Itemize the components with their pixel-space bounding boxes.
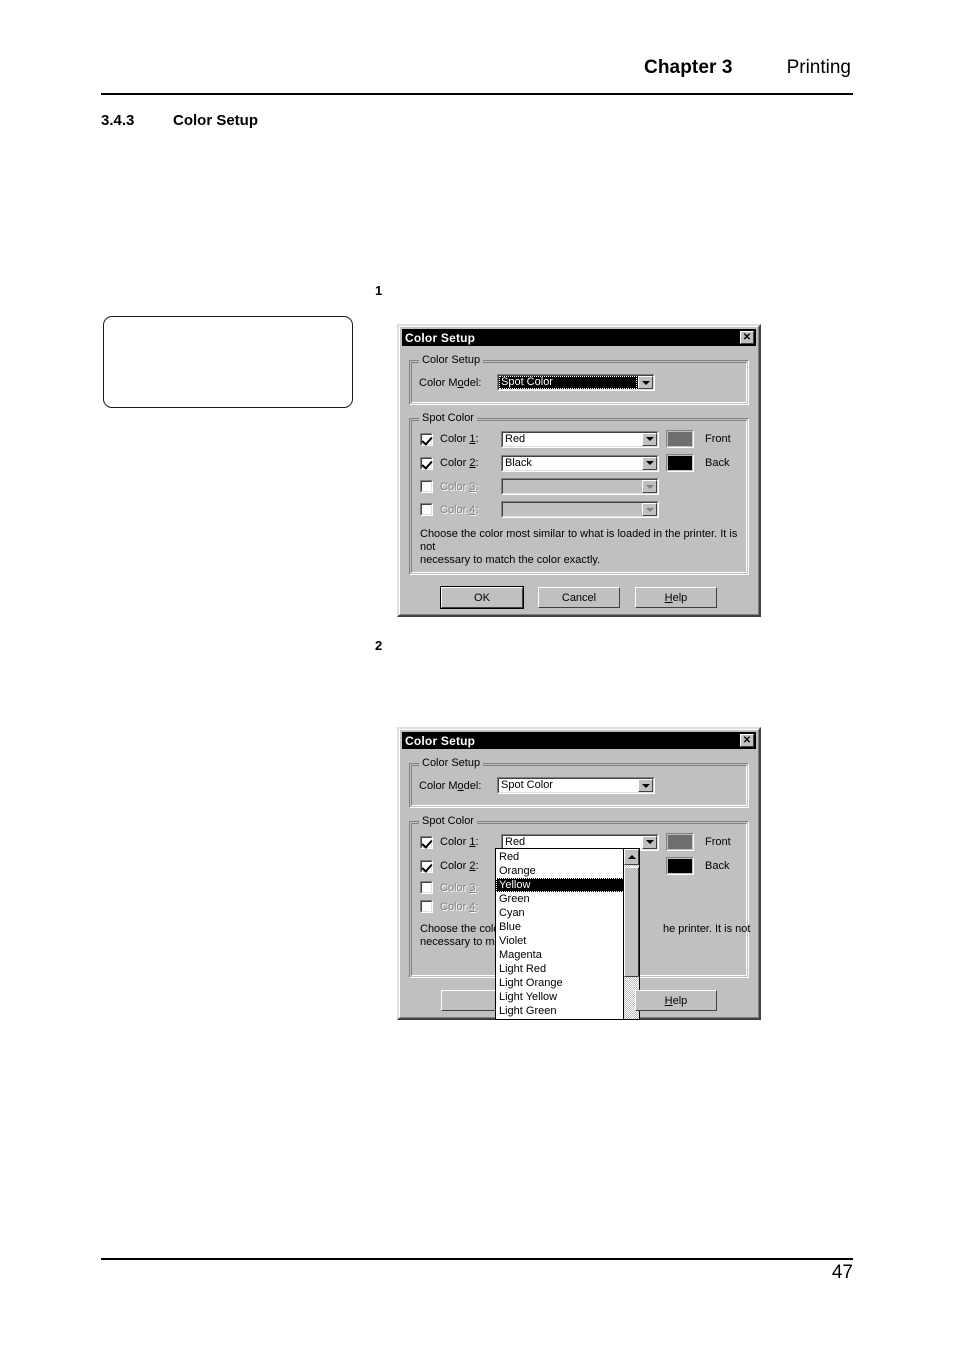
chevron-down-icon[interactable] bbox=[638, 779, 653, 792]
color-1-checkbox[interactable] bbox=[420, 835, 433, 849]
help-text-line-1-tail: he printer. It is not bbox=[663, 923, 751, 935]
color-2-checkbox[interactable] bbox=[420, 456, 433, 470]
color-1-label: Color 1: bbox=[440, 433, 479, 445]
step-number-2: 2 bbox=[375, 638, 383, 653]
color-1-swatch bbox=[666, 430, 694, 448]
help-text: Choose the color most similar to what is… bbox=[420, 528, 750, 567]
page-title: 3.4.3 Color Setup bbox=[101, 112, 258, 129]
footer-divider bbox=[101, 1258, 853, 1260]
color-3-label: Color 3: bbox=[440, 480, 479, 493]
color-setup-dialog-1[interactable]: Color Setup ✕ Color Setup Color Model: S… bbox=[397, 324, 761, 617]
color-3-checkbox bbox=[420, 480, 433, 493]
chevron-down-icon[interactable] bbox=[638, 376, 653, 389]
color-1-dropdown-list[interactable]: Red Orange Yellow Green Cyan Blue Violet Magent… bbox=[495, 848, 640, 1020]
dropdown-item[interactable]: Green bbox=[496, 892, 639, 906]
color-1-label: Color 1: bbox=[440, 836, 479, 848]
focus-rectangle bbox=[499, 376, 637, 389]
ok-button[interactable]: OK bbox=[441, 587, 523, 608]
color-1-combo[interactable]: Red bbox=[501, 430, 659, 448]
group-spot-color-legend: Spot Color bbox=[419, 412, 477, 424]
section-number: 3.4.3 bbox=[101, 112, 135, 129]
dropdown-item[interactable]: Light Orange bbox=[496, 976, 639, 990]
chevron-down-icon bbox=[642, 480, 657, 493]
help-text-line-1: Choose the color most similar to what is… bbox=[420, 528, 738, 553]
page-number: 47 bbox=[831, 1262, 853, 1283]
dropdown-item[interactable]: Light Yellow bbox=[496, 990, 639, 1004]
color-2-side-label: Back bbox=[705, 457, 730, 469]
group-color-setup: Color Setup Color Model: Spot Color bbox=[409, 354, 749, 405]
chevron-down-icon[interactable] bbox=[642, 835, 657, 849]
color-model-combo[interactable]: Spot Color bbox=[497, 374, 655, 391]
color-3-combo bbox=[501, 478, 659, 495]
color-1-swatch bbox=[666, 833, 694, 851]
chevron-down-icon[interactable] bbox=[642, 456, 657, 470]
dropdown-item[interactable]: Red bbox=[496, 850, 639, 864]
dropdown-item[interactable]: Yellow bbox=[496, 878, 639, 892]
color-4-label: Color 4: bbox=[440, 503, 479, 516]
dropdown-items[interactable]: Red Orange Yellow Green Cyan Blue Violet Magent… bbox=[496, 849, 639, 1019]
color-2-combo[interactable]: Black bbox=[501, 454, 659, 472]
header-chapter: Chapter 3 bbox=[644, 57, 733, 78]
color-2-value: Black bbox=[505, 456, 532, 469]
dropdown-item[interactable]: Cyan bbox=[496, 906, 639, 920]
color-4-label: Color 4: bbox=[440, 900, 479, 913]
group-spot-color-legend: Spot Color bbox=[419, 815, 477, 827]
color-1-side-label: Front bbox=[705, 433, 731, 445]
color-model-combo[interactable]: Spot Color bbox=[497, 777, 655, 794]
color-4-checkbox bbox=[420, 503, 433, 516]
help-text-line-2: necessary to match the color exactly. bbox=[420, 554, 601, 566]
dropdown-item[interactable]: Blue bbox=[496, 920, 639, 934]
cancel-button[interactable]: Cancel bbox=[538, 587, 620, 608]
scroll-up-button[interactable] bbox=[624, 849, 639, 865]
header-divider bbox=[101, 93, 853, 95]
page-header: Chapter 3 Printing bbox=[101, 57, 853, 97]
group-color-setup-legend: Color Setup bbox=[419, 354, 484, 366]
help-button[interactable]: Help bbox=[635, 990, 717, 1011]
spot-color-row-4: Color 4: bbox=[420, 501, 748, 518]
color-3-label: Color 3: bbox=[440, 881, 479, 894]
color-2-swatch bbox=[666, 454, 694, 472]
chevron-down-icon bbox=[642, 503, 657, 516]
chevron-down-icon[interactable] bbox=[642, 432, 657, 446]
color-2-checkbox[interactable] bbox=[420, 859, 433, 873]
help-button[interactable]: Help bbox=[635, 587, 717, 608]
color-4-combo bbox=[501, 501, 659, 518]
dropdown-item[interactable]: Light Green bbox=[496, 1004, 639, 1018]
group-spot-color: Spot Color Color 1: Red Front Color 2: B… bbox=[409, 412, 750, 575]
dialog-button-bar: OK Cancel Help bbox=[409, 587, 749, 608]
color-3-checkbox bbox=[420, 881, 433, 894]
spot-color-row-2: Color 2: Black Back bbox=[420, 454, 748, 472]
spot-color-row-1: Color 1: Red Front bbox=[420, 430, 748, 448]
color-2-label: Color 2: bbox=[440, 860, 479, 872]
section-title: Color Setup bbox=[173, 112, 258, 129]
dialog-title: Color Setup bbox=[405, 330, 476, 345]
color-model-value: Spot Color bbox=[501, 779, 553, 791]
note-box bbox=[103, 316, 353, 408]
close-icon[interactable]: ✕ bbox=[740, 331, 754, 344]
color-model-label: Color Model: bbox=[419, 376, 482, 389]
group-color-setup: Color Setup Color Model: Spot Color bbox=[409, 757, 749, 808]
dialog-titlebar[interactable]: Color Setup ✕ bbox=[402, 329, 756, 346]
dropdown-item[interactable]: Orange bbox=[496, 864, 639, 878]
dropdown-item[interactable]: Magenta bbox=[496, 948, 639, 962]
color-model-label: Color Model: bbox=[419, 779, 482, 792]
dropdown-item[interactable]: Light Red bbox=[496, 962, 639, 976]
dropdown-item[interactable]: Light Cyan bbox=[496, 1018, 639, 1019]
step-number-1: 1 bbox=[375, 283, 383, 298]
dropdown-item[interactable]: Violet bbox=[496, 934, 639, 948]
spot-color-row-3: Color 3: bbox=[420, 478, 748, 495]
group-color-setup-legend: Color Setup bbox=[419, 757, 484, 769]
header-section: Printing bbox=[786, 57, 851, 78]
scrollbar-thumb[interactable] bbox=[624, 867, 639, 977]
color-1-checkbox[interactable] bbox=[420, 432, 433, 446]
close-icon[interactable]: ✕ bbox=[740, 734, 754, 747]
color-2-label: Color 2: bbox=[440, 457, 479, 469]
color-1-side-label: Front bbox=[705, 836, 731, 848]
dialog-title: Color Setup bbox=[405, 733, 476, 748]
dialog-titlebar[interactable]: Color Setup ✕ bbox=[402, 732, 756, 749]
color-4-checkbox bbox=[420, 900, 433, 913]
color-2-side-label: Back bbox=[705, 860, 730, 872]
color-1-value: Red bbox=[505, 432, 526, 445]
color-2-swatch bbox=[666, 857, 694, 875]
